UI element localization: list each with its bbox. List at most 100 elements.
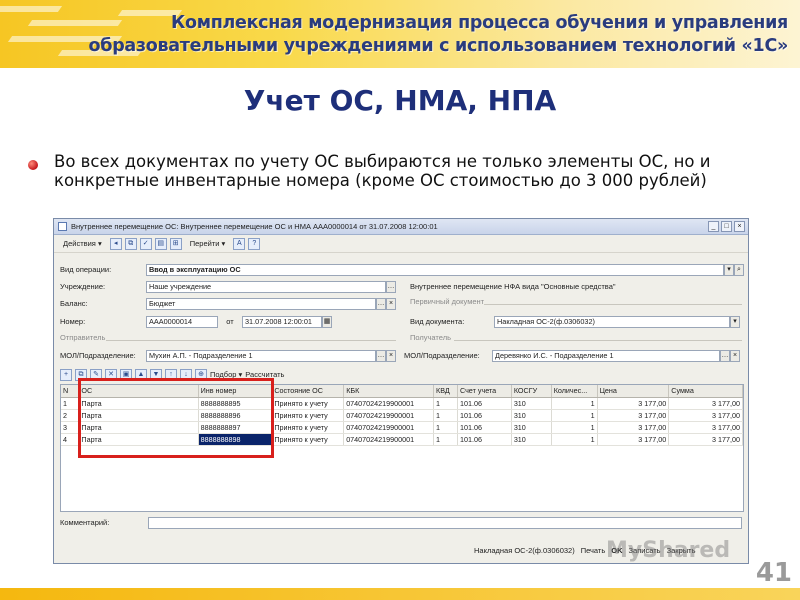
kvd-cell[interactable]: 1	[433, 421, 458, 434]
quantity-cell[interactable]: 1	[551, 433, 598, 446]
quantity-cell[interactable]: 1	[551, 421, 598, 434]
kvd-cell[interactable]: 1	[433, 409, 458, 422]
kosgu-cell[interactable]: 310	[511, 409, 552, 422]
column-header[interactable]: N	[61, 385, 80, 398]
sum-cell[interactable]: 3 177,00	[668, 409, 743, 422]
balance-row: Баланс: Бюджет … ×	[60, 297, 396, 310]
kbk-cell[interactable]: 07407024219900001	[343, 433, 435, 446]
column-header[interactable]: КОСГУ	[511, 385, 552, 398]
account-cell[interactable]: 101.06	[457, 421, 512, 434]
maximize-icon[interactable]: □	[721, 221, 732, 232]
kosgu-cell[interactable]: 310	[511, 433, 552, 446]
price-cell[interactable]: 3 177,00	[597, 397, 670, 410]
account-cell[interactable]: 101.06	[457, 433, 512, 446]
doc-type-select[interactable]: Накладная ОС-2(ф.0306032)	[494, 315, 730, 328]
column-header[interactable]: Состояние ОС	[271, 385, 345, 398]
page-number: 41	[755, 558, 792, 588]
receiver-section: Получатель	[410, 333, 451, 342]
window-toolbar: Действия ▾ ◂ ⧉ ✓ ▤ ⊞ Перейти ▾ A ?	[54, 235, 748, 253]
minimize-icon[interactable]: _	[708, 221, 719, 232]
add-row-icon[interactable]: +	[60, 368, 72, 381]
institution-row: Учреждение: Наше учреждение …	[60, 280, 396, 293]
column-header[interactable]: Сумма	[668, 385, 743, 398]
goto-menu[interactable]: Перейти ▾	[185, 237, 231, 250]
account-cell[interactable]: 101.06	[457, 397, 512, 410]
select-ellipsis-icon[interactable]: …	[376, 297, 386, 310]
column-header[interactable]: Счет учета	[457, 385, 512, 398]
sum-cell[interactable]: 3 177,00	[668, 397, 743, 410]
dropdown-icon[interactable]: ▾	[724, 263, 734, 276]
actions-menu[interactable]: Действия ▾	[58, 237, 107, 250]
select-ellipsis-icon[interactable]: …	[376, 349, 386, 362]
report-icon[interactable]: ▤	[154, 237, 167, 250]
sum-cell[interactable]: 3 177,00	[668, 433, 743, 446]
help-icon[interactable]: ?	[248, 237, 261, 250]
kosgu-cell[interactable]: 310	[511, 421, 552, 434]
status-cell[interactable]: Принято к учету	[271, 409, 345, 422]
price-cell[interactable]: 3 177,00	[597, 421, 670, 434]
status-cell[interactable]: Принято к учету	[271, 433, 345, 446]
window-titlebar: Внутреннее перемещение ОС: Внутреннее пе…	[54, 219, 748, 235]
row-number: 1	[61, 397, 80, 410]
banner-decoration	[0, 0, 210, 68]
comment-label: Комментарий:	[60, 518, 110, 527]
bullet-text: Во всех документах по учету ОС выбираютс…	[54, 152, 711, 190]
doc-type-row: Вид документа: Накладная ОС-2(ф.0306032)…	[410, 315, 740, 328]
doc-type-label: Вид документа:	[410, 317, 465, 326]
status-cell[interactable]: Принято к учету	[271, 421, 345, 434]
dropdown-icon[interactable]: ▾	[730, 315, 740, 328]
clear-icon[interactable]: ×	[730, 349, 740, 362]
row-number: 4	[61, 433, 80, 446]
sum-cell[interactable]: 3 177,00	[668, 421, 743, 434]
comment-field[interactable]	[148, 516, 742, 529]
sender-mol-row: МОЛ/Подразделение: Мухин А.П. - Подразде…	[60, 349, 396, 362]
inventory-number-highlight	[78, 378, 274, 458]
kosgu-cell[interactable]: 310	[511, 397, 552, 410]
column-header[interactable]: КВД	[433, 385, 458, 398]
clear-icon[interactable]: ×	[386, 349, 396, 362]
kbk-cell[interactable]: 07407024219900001	[343, 409, 435, 422]
back-icon[interactable]: ◂	[109, 237, 122, 250]
date-field[interactable]: 31.07.2008 12:00:01	[242, 315, 322, 328]
receiver-mol-label: МОЛ/Подразделение:	[404, 351, 480, 360]
institution-field[interactable]: Наше учреждение	[146, 280, 386, 293]
operation-select[interactable]: Ввод в эксплуатацию ОС	[146, 263, 724, 276]
column-header[interactable]: Цена	[597, 385, 670, 398]
section-divider	[454, 340, 742, 341]
operation-label: Вид операции:	[60, 265, 112, 274]
balance-field[interactable]: Бюджет	[146, 297, 376, 310]
operation-row: Вид операции: Ввод в эксплуатацию ОС ▾ ⌕	[60, 263, 744, 276]
structure-icon[interactable]: ⊞	[169, 237, 182, 250]
section-divider	[106, 340, 396, 341]
actions-menu-label: Действия	[63, 239, 96, 248]
sort-icon[interactable]: A	[233, 237, 246, 250]
status-cell[interactable]: Принято к учету	[271, 397, 345, 410]
close-icon[interactable]: ×	[734, 221, 745, 232]
receiver-mol-field[interactable]: Деревянко И.С. - Подразделение 1	[492, 349, 720, 362]
clear-icon[interactable]: ×	[386, 297, 396, 310]
price-cell[interactable]: 3 177,00	[597, 433, 670, 446]
quantity-cell[interactable]: 1	[551, 397, 598, 410]
select-ellipsis-icon[interactable]: …	[386, 280, 396, 293]
column-header[interactable]: Количес...	[551, 385, 598, 398]
quantity-cell[interactable]: 1	[551, 409, 598, 422]
copy-icon[interactable]: ⧉	[124, 237, 137, 250]
search-icon[interactable]: ⌕	[734, 263, 744, 276]
select-ellipsis-icon[interactable]: …	[720, 349, 730, 362]
price-cell[interactable]: 3 177,00	[597, 409, 670, 422]
kbk-cell[interactable]: 07407024219900001	[343, 397, 435, 410]
kbk-cell[interactable]: 07407024219900001	[343, 421, 435, 434]
institution-label: Учреждение:	[60, 282, 106, 291]
number-field[interactable]: ААА0000014	[146, 315, 218, 328]
print-form-label[interactable]: Накладная ОС-2(ф.0306032)	[474, 546, 575, 555]
sender-mol-field[interactable]: Мухин А.П. - Подразделение 1	[146, 349, 376, 362]
calendar-icon[interactable]: ▦	[322, 315, 332, 328]
column-header[interactable]: КБК	[343, 385, 435, 398]
kvd-cell[interactable]: 1	[433, 397, 458, 410]
kvd-cell[interactable]: 1	[433, 433, 458, 446]
receiver-mol-row: МОЛ/Подразделение: Деревянко И.С. - Подр…	[404, 349, 740, 362]
account-cell[interactable]: 101.06	[457, 409, 512, 422]
print-button[interactable]: Печать	[581, 546, 606, 555]
post-icon[interactable]: ✓	[139, 237, 152, 250]
slide-title: Учет ОС, НМА, НПА	[243, 84, 557, 117]
